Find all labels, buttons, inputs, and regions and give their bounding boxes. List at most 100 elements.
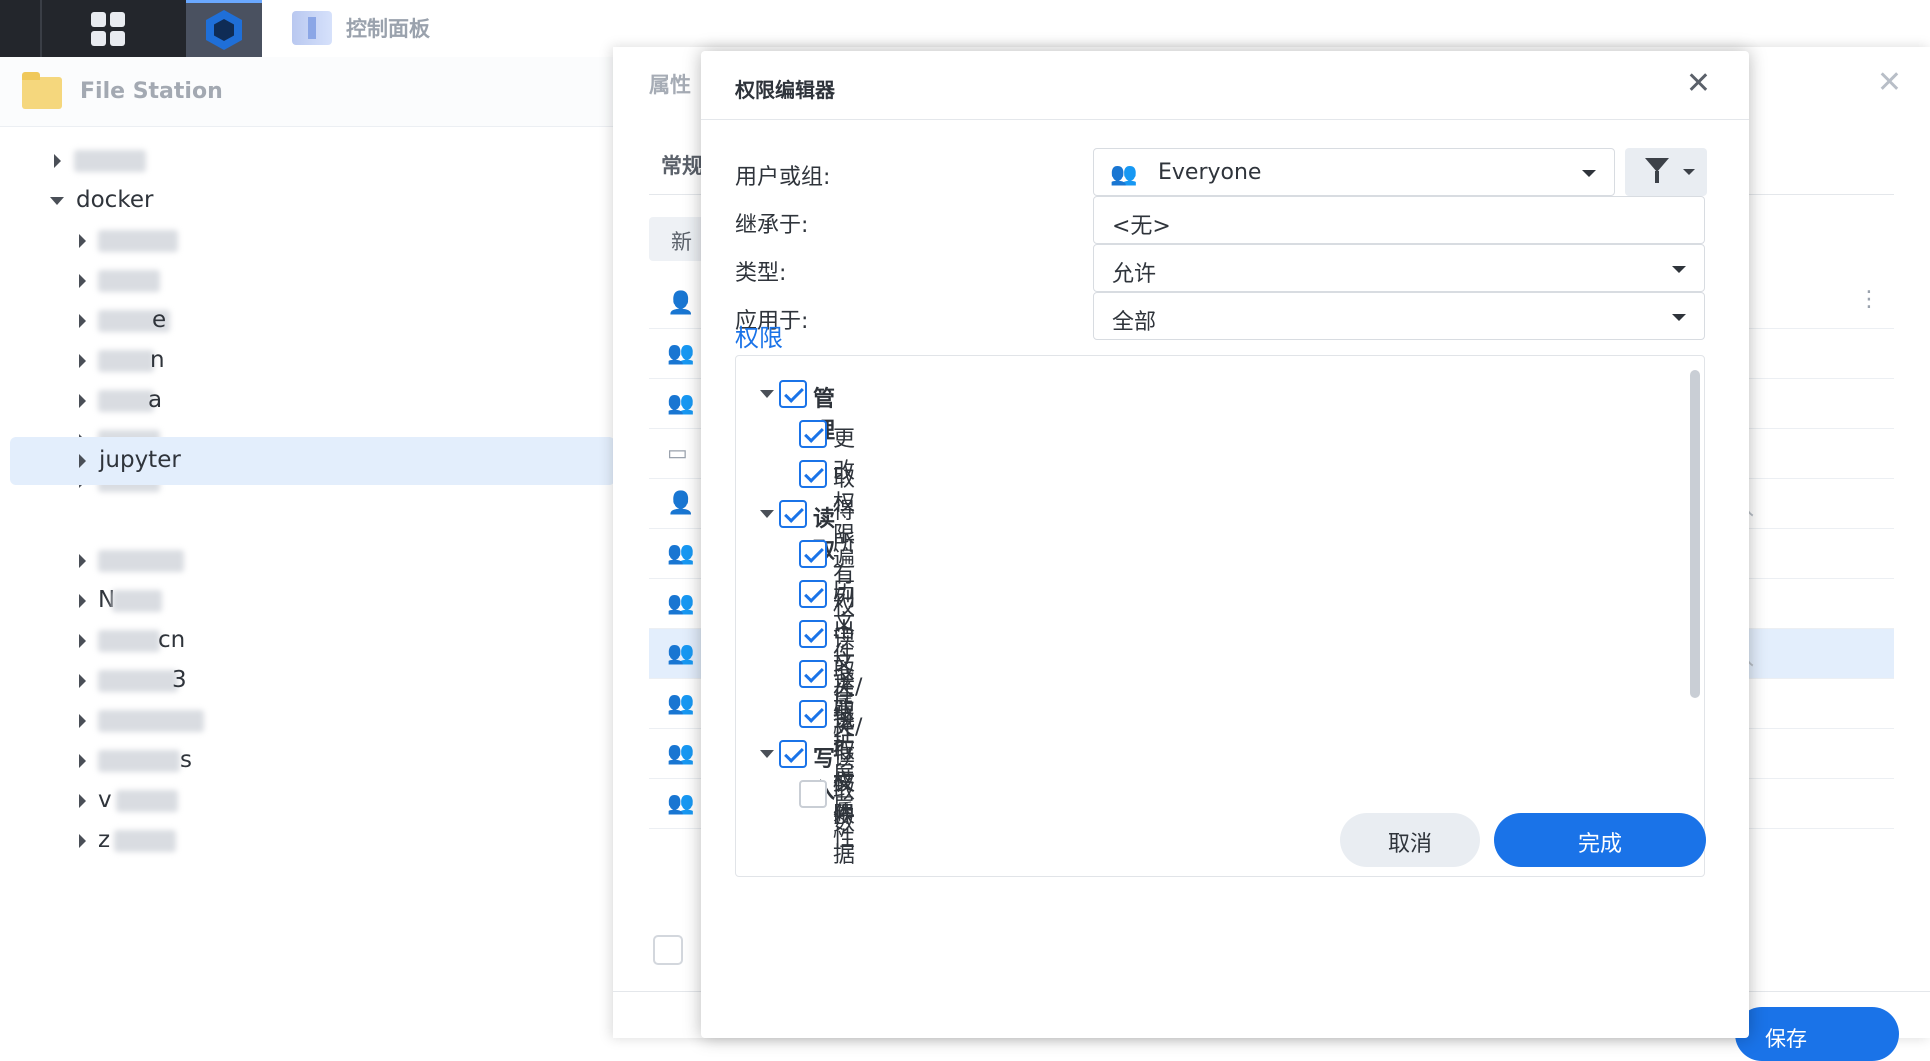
tree-item[interactable]: z [0,817,615,865]
user-or-group-select[interactable]: 👥 Everyone [1093,148,1615,196]
dialog-header-divider [701,119,1749,120]
chevron-down-icon [1683,169,1695,175]
expand-arrow-icon[interactable] [79,634,86,648]
type-select[interactable]: 允许 [1093,244,1705,292]
tab-general[interactable]: 常规 [661,150,703,180]
permission-editor-dialog: 权限编辑器 ✕ 用户或组: 👥 Everyone 继承于: <无> 类型: 允许… [701,51,1749,1038]
group-icon: 👥 [667,541,695,566]
control-panel-label: 控制面板 [346,17,430,41]
expand-arrow-icon[interactable] [79,554,86,568]
window-icon: ▭ [667,441,688,466]
collapse-arrow-icon[interactable] [760,510,774,518]
group-icon: 👥 [667,691,695,716]
apply-to-value: 全部 [1112,310,1157,335]
expand-arrow-icon[interactable] [79,754,86,768]
tree-item-jupyter[interactable]: jupyter [10,437,615,485]
tree-item-label: 3 [172,667,187,693]
blurred-label [98,270,160,292]
blurred-label [98,710,204,732]
cancel-button[interactable]: 取消 [1340,813,1480,867]
expand-arrow-icon[interactable] [79,674,86,688]
dialog-title: 权限编辑器 [735,78,835,102]
chevron-down-icon [1582,170,1596,177]
properties-title: 属性 [649,73,691,97]
blurred-label [98,630,160,652]
expand-arrow-icon[interactable] [79,794,86,808]
permission-checkbox[interactable] [799,460,827,488]
permission-checkbox[interactable] [799,580,827,608]
expand-arrow-icon[interactable] [79,394,86,408]
collapse-arrow-icon[interactable] [760,390,774,398]
expand-arrow-icon[interactable] [79,454,86,468]
close-icon[interactable]: ✕ [1877,65,1902,100]
done-button[interactable]: 完成 [1494,813,1706,867]
group-icon: 👥 [667,791,695,816]
blurred-label [98,750,180,772]
blurred-label [98,350,154,372]
permission-checkbox[interactable] [799,660,827,688]
taskbar-control-panel[interactable]: 控制面板 [292,8,430,48]
expand-arrow-icon[interactable] [79,594,86,608]
save-button[interactable]: 保存 [1735,1007,1899,1061]
blurred-label [74,150,146,172]
permission-checkbox[interactable] [779,500,807,528]
group-icon: 👥 [667,341,695,366]
permission-label: 读取权限 [833,707,856,828]
collapse-arrow-icon[interactable] [50,197,64,205]
user-or-group-value: Everyone [1158,160,1262,185]
type-value: 允许 [1112,262,1157,287]
expand-arrow-icon[interactable] [79,834,86,848]
tree-item-label: v [98,787,112,813]
blurred-label [98,550,184,572]
expand-arrow-icon[interactable] [79,234,86,248]
group-icon: 👥 [1110,162,1138,187]
user-or-group-label: 用户或组: [735,165,831,190]
apply-checkbox[interactable] [653,935,683,965]
file-station-header: File Station [0,57,615,127]
blurred-label [116,790,178,812]
permission-checkbox[interactable] [799,700,827,728]
expand-arrow-icon[interactable] [79,314,86,328]
group-icon: 👥 [667,591,695,616]
expand-arrow-icon[interactable] [79,354,86,368]
expand-arrow-icon[interactable] [54,154,61,168]
type-label: 类型: [735,261,787,286]
tree-item-label: n [150,347,165,373]
tree-item-label: cn [158,627,186,653]
inherit-from-label: 继承于: [735,213,809,238]
package-cube-icon [206,10,242,50]
permission-checkbox[interactable] [799,540,827,568]
group-icon: 👥 [667,391,695,416]
scrollbar[interactable] [1690,370,1700,698]
app-grid-icon [91,11,125,46]
tree-item-label: e [152,307,167,333]
blurred-label [98,230,178,252]
group-icon: 👥 [667,641,695,666]
apply-to-select[interactable]: 全部 [1093,292,1705,340]
user-icon: 👤 [667,291,695,316]
blurred-label [114,830,176,852]
close-icon[interactable]: ✕ [1686,69,1711,99]
blurred-label [112,590,162,612]
file-station-title: File Station [80,79,223,104]
permission-checkbox[interactable] [799,620,827,648]
permission-checkbox[interactable] [799,780,827,808]
tree-item-label: a [148,387,163,413]
main-menu-button[interactable] [42,0,174,57]
permission-checkbox[interactable] [799,420,827,448]
collapse-arrow-icon[interactable] [760,750,774,758]
filter-button[interactable] [1625,148,1707,196]
chevron-down-icon [1672,314,1686,321]
expand-arrow-icon[interactable] [79,274,86,288]
permissions-title: 权限 [735,324,783,352]
permission-checkbox[interactable] [779,740,807,768]
chevron-down-icon [1672,266,1686,273]
tree-item-label: docker [76,187,154,213]
expand-arrow-icon[interactable] [79,714,86,728]
inherit-from-value: <无> [1112,214,1171,239]
permission-checkbox[interactable] [779,380,807,408]
user-icon: 👤 [667,491,695,516]
folder-icon [22,72,62,109]
inherit-from-field: <无> [1093,196,1705,244]
taskbar-active-app[interactable] [186,0,262,57]
